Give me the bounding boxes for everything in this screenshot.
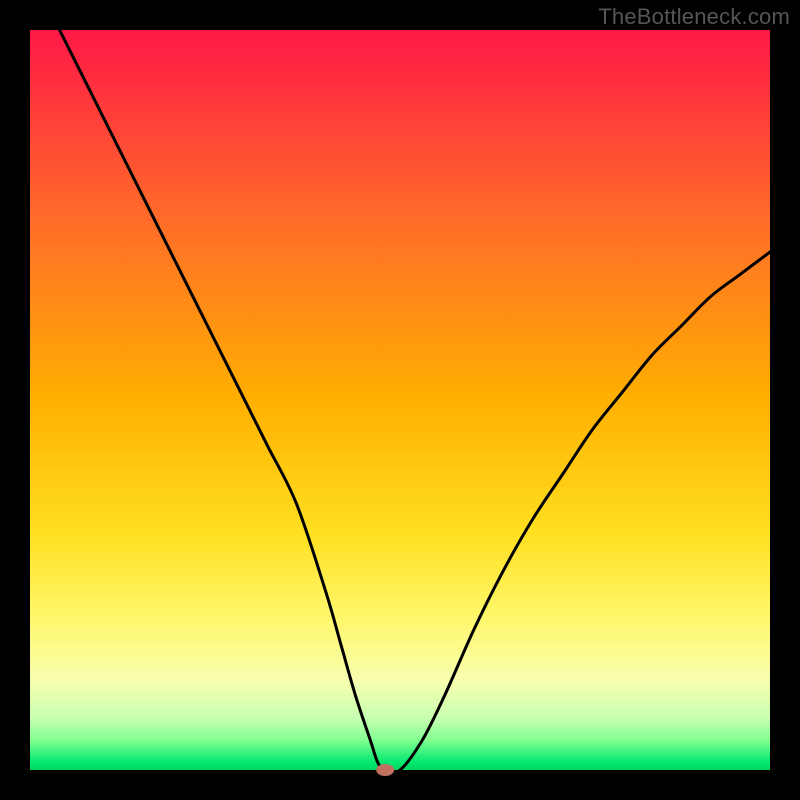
chart-container: TheBottleneck.com <box>0 0 800 800</box>
watermark-text: TheBottleneck.com <box>598 4 790 30</box>
optimal-marker <box>376 764 394 776</box>
bottleneck-chart <box>0 0 800 800</box>
plot-background <box>30 30 770 770</box>
